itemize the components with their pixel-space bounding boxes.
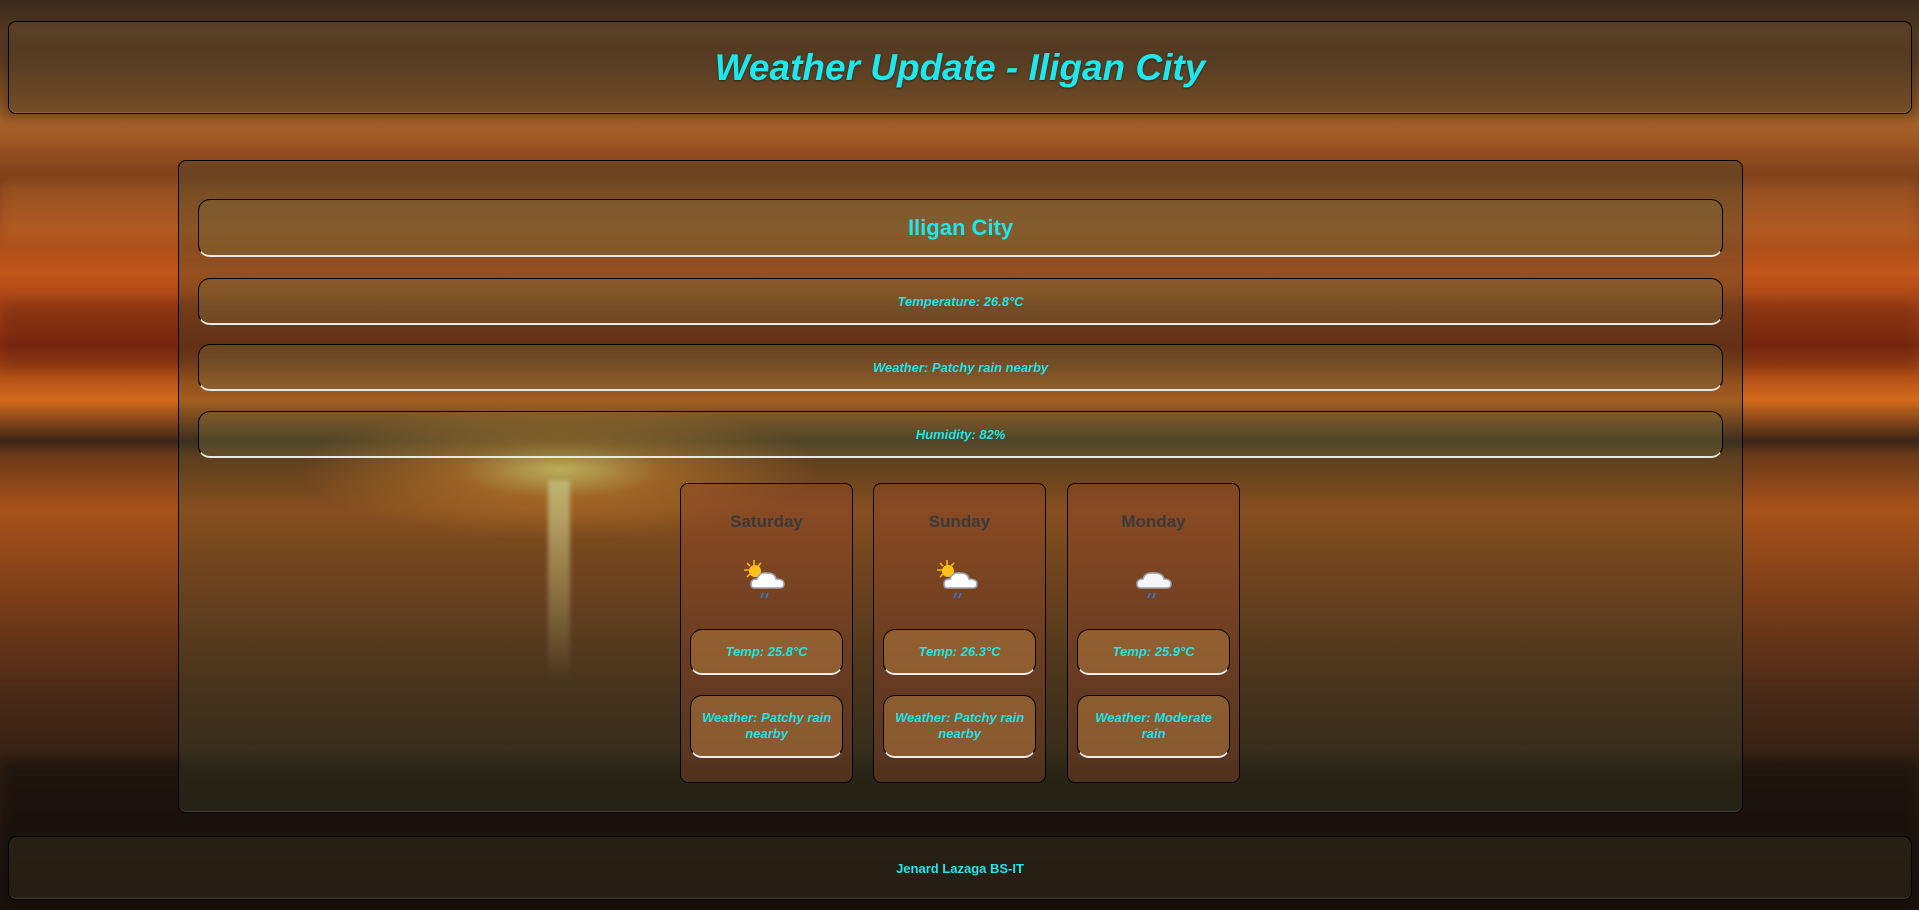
forecast-card-saturday: Saturday Temp: 25.8°C Weather: Patchy ra… [680,483,853,783]
page-header: Weather Update - Iligan City [8,21,1912,114]
forecast-card-sunday: Sunday Temp: 26.3°C Weather: Patchy rain… [873,483,1046,783]
forecast-day-name: Sunday [928,512,991,531]
sun-cloud-rain-icon [744,560,785,599]
current-weather-box: Weather: Patchy rain nearby [198,344,1723,391]
current-humidity-box: Humidity: 82% [198,411,1723,458]
forecast-temp: Temp: 26.3°C [883,629,1036,675]
forecast-temp: Temp: 25.9°C [1077,629,1230,675]
current-city: Iligan City [907,214,1014,240]
current-city-box: Iligan City [198,199,1723,257]
footer-credit: Jenard Lazaga BS-IT [896,860,1024,876]
current-humidity: Humidity: 82% [915,426,1006,442]
forecast-weather: Weather: Patchy rain nearby [690,695,843,758]
page-title: Weather Update - Iligan City [714,46,1206,88]
forecast-day-name: Monday [1121,512,1186,531]
forecast-day-name: Saturday [730,512,803,531]
cloud-rain-icon [1136,572,1172,599]
forecast-temp: Temp: 25.8°C [690,629,843,675]
current-weather: Weather: Patchy rain nearby [872,359,1049,375]
forecast-card-monday: Monday Temp: 25.9°C Weather: Moderate ra… [1067,483,1240,783]
current-temperature: Temperature: 26.8°C [897,293,1024,309]
sun-cloud-rain-icon [937,560,978,599]
current-temperature-box: Temperature: 26.8°C [198,278,1723,325]
forecast-weather: Weather: Moderate rain [1077,695,1230,758]
page-footer: Jenard Lazaga BS-IT [8,836,1912,900]
forecast-weather: Weather: Patchy rain nearby [883,695,1036,758]
